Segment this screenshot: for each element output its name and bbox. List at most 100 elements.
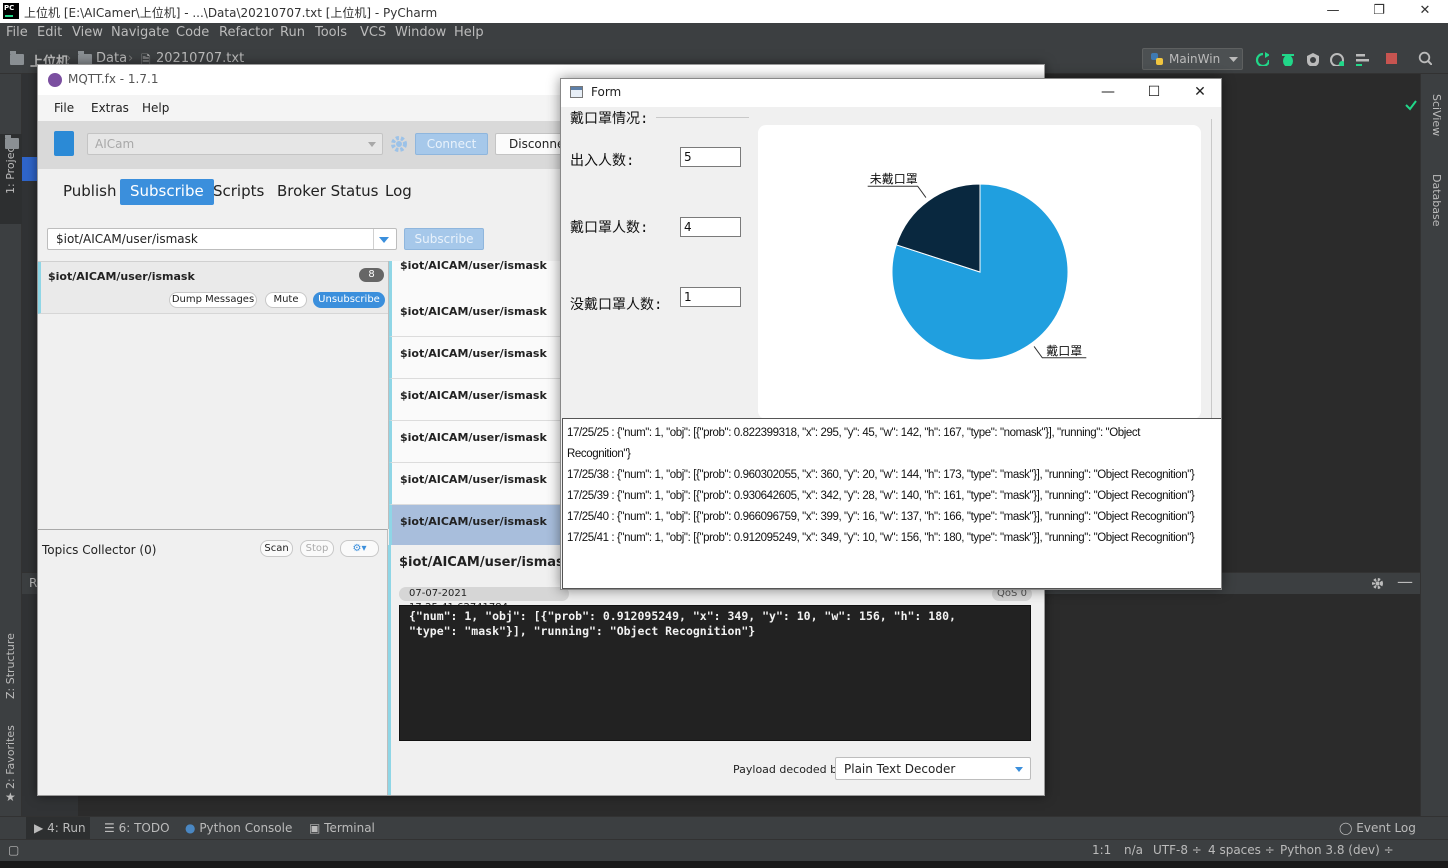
subscribe-button[interactable]: Subscribe [404,228,484,250]
tab-structure[interactable]: Z: Structure [0,624,22,704]
subscription-list: $iot/AICAM/user/ismask 8 Dump Messages M… [38,261,388,529]
entry-count-label: 出入人数: [570,153,635,169]
mqtt-menu-extras[interactable]: Extras [91,101,129,115]
menu-tools[interactable]: Tools [315,25,347,40]
message-topic: $iot/AICAM/user/ismask [400,259,547,272]
message-topic: $iot/AICAM/user/ismask [400,515,547,528]
pycharm-window-title: 上位机 [E:\AICamer\上位机] - ...\Data\20210707… [24,6,438,20]
payload-decoder-value: Plain Text Decoder [844,762,956,776]
run-icon: ▶ [34,821,44,835]
pie-leader-line-1 [867,185,927,198]
coverage-icon[interactable] [1305,52,1319,66]
no-mask-count-label: 没戴口罩人数: [570,297,663,313]
event-log-icon: ◯ [1339,821,1353,835]
tab-todo[interactable]: ☰ 6: TODO [104,821,170,835]
message-topic: $iot/AICAM/user/ismask [400,347,547,360]
payload-viewer[interactable]: {"num": 1, "obj": [{"prob": 0.912095249,… [399,605,1031,741]
group-divider [656,117,749,118]
file-encoding[interactable]: UTF-8 ÷ [1153,843,1202,857]
taskbar-strip [0,861,1448,868]
pie-label-0: 戴口罩 [1046,343,1082,358]
form-close-button[interactable]: ✕ [1177,79,1221,107]
message-topic: $iot/AICAM/user/ismask [400,305,547,318]
menu-run[interactable]: Run [280,25,305,40]
no-mask-count-field[interactable]: 1 [680,287,741,307]
tab-broker-status[interactable]: Broker Status [267,179,388,205]
message-topic: $iot/AICAM/user/ismask [400,389,547,402]
menu-code[interactable]: Code [176,25,209,40]
chevron-down-icon [1229,57,1238,62]
message-topic: $iot/AICAM/user/ismask [400,431,547,444]
message-row[interactable]: $iot/AICAM/user/ismask [389,421,589,463]
message-row[interactable]: $iot/AICAM/user/ismask [389,295,589,337]
rerun-icon[interactable] [1255,52,1269,66]
restore-button[interactable]: ❐ [1356,0,1402,23]
close-button[interactable]: ✕ [1402,0,1448,23]
tab-run[interactable]: ▶ 4: Run [26,817,90,839]
hide-panel-icon[interactable]: — [1397,572,1413,591]
gear-icon[interactable] [389,134,409,154]
debug-icon[interactable] [1280,52,1294,66]
menu-view[interactable]: View [72,25,103,40]
message-row[interactable]: $iot/AICAM/user/ismask [389,337,589,379]
tab-log[interactable]: Log [375,179,422,205]
mqtt-menu-file[interactable]: File [54,101,74,115]
tab-scripts[interactable]: Scripts [203,179,274,205]
subscription-topic: $iot/AICAM/user/ismask [48,270,195,283]
menu-refactor[interactable]: Refactor [219,25,274,40]
menu-navigate[interactable]: Navigate [111,25,169,40]
dump-messages-button[interactable]: Dump Messages [169,292,257,308]
form-minimize-button[interactable]: — [1085,79,1131,107]
indent-setting[interactable]: 4 spaces ÷ [1208,843,1275,857]
menu-vcs[interactable]: VCS [360,25,386,40]
minimize-button[interactable]: — [1310,0,1356,23]
tab-database[interactable]: Database [1421,174,1448,244]
profile-icon[interactable] [1330,52,1344,66]
stop-icon[interactable] [1385,52,1399,66]
left-tool-window-strip: 1: Project Z: Structure 2: Favorites ★ [0,74,22,816]
concurrency-icon[interactable] [1355,52,1369,66]
menu-window[interactable]: Window [395,25,446,40]
mute-button[interactable]: Mute [265,292,307,308]
menu-file[interactable]: File [6,25,28,40]
connect-button[interactable]: Connect [415,133,488,155]
mask-count-field[interactable]: 4 [680,217,741,237]
caret-position[interactable]: 1:1 [1092,843,1111,857]
event-log-button[interactable]: ◯ Event Log [1339,821,1416,835]
connection-profile-select[interactable]: AICam [87,133,383,155]
menu-help[interactable]: Help [454,25,484,40]
check-icon [1405,100,1417,111]
message-row[interactable]: $iot/AICAM/user/ismask [389,463,589,505]
run-configuration-select[interactable]: MainWin [1142,48,1243,70]
stop-button[interactable]: Stop [300,540,334,557]
chevron-down-icon [1015,767,1023,772]
tab-terminal[interactable]: ▣ Terminal [309,821,375,835]
tab-python-console[interactable]: ● Python Console [185,821,292,835]
entry-count-field[interactable]: 5 [680,147,741,167]
payload-decoder-select[interactable]: Plain Text Decoder [835,757,1031,780]
pie-label-1: 未戴口罩 [870,171,918,186]
tab-publish[interactable]: Publish [53,179,126,205]
scan-button[interactable]: Scan [260,540,293,557]
python-interpreter[interactable]: Python 3.8 (dev) ÷ [1280,843,1394,857]
collector-options-icon[interactable]: ⚙▾ [340,540,379,557]
run-config-label: MainWin [1169,52,1221,66]
toggle-tool-windows-icon[interactable]: ▢ [8,843,19,857]
connection-profile-value: AICam [95,137,135,151]
tab-subscribe[interactable]: Subscribe [120,179,214,205]
search-icon[interactable] [1418,51,1432,65]
recognition-log[interactable]: 17/25/25 : {"num": 1, "obj": [{"prob": 0… [562,418,1221,589]
subscribe-topic-input[interactable]: $iot/AICAM/user/ismask [47,228,397,250]
message-row[interactable]: $iot/AICAM/user/ismask [389,379,589,421]
gear-icon[interactable] [1370,576,1385,591]
mqtt-menu-help[interactable]: Help [142,101,169,115]
subscription-item[interactable]: $iot/AICAM/user/ismask 8 Dump Messages M… [38,262,388,314]
menu-edit[interactable]: Edit [37,25,62,40]
mask-pie-chart: 戴口罩 未戴口罩 [758,125,1201,419]
message-row-selected[interactable]: $iot/AICAM/user/ismask [389,505,589,547]
tab-sciview[interactable]: SciView [1421,94,1448,154]
chevron-down-icon[interactable] [379,237,389,243]
unsubscribe-button[interactable]: Unsubscribe [313,292,385,308]
connection-profile-icon [54,131,74,156]
form-maximize-button[interactable]: ☐ [1131,79,1177,107]
